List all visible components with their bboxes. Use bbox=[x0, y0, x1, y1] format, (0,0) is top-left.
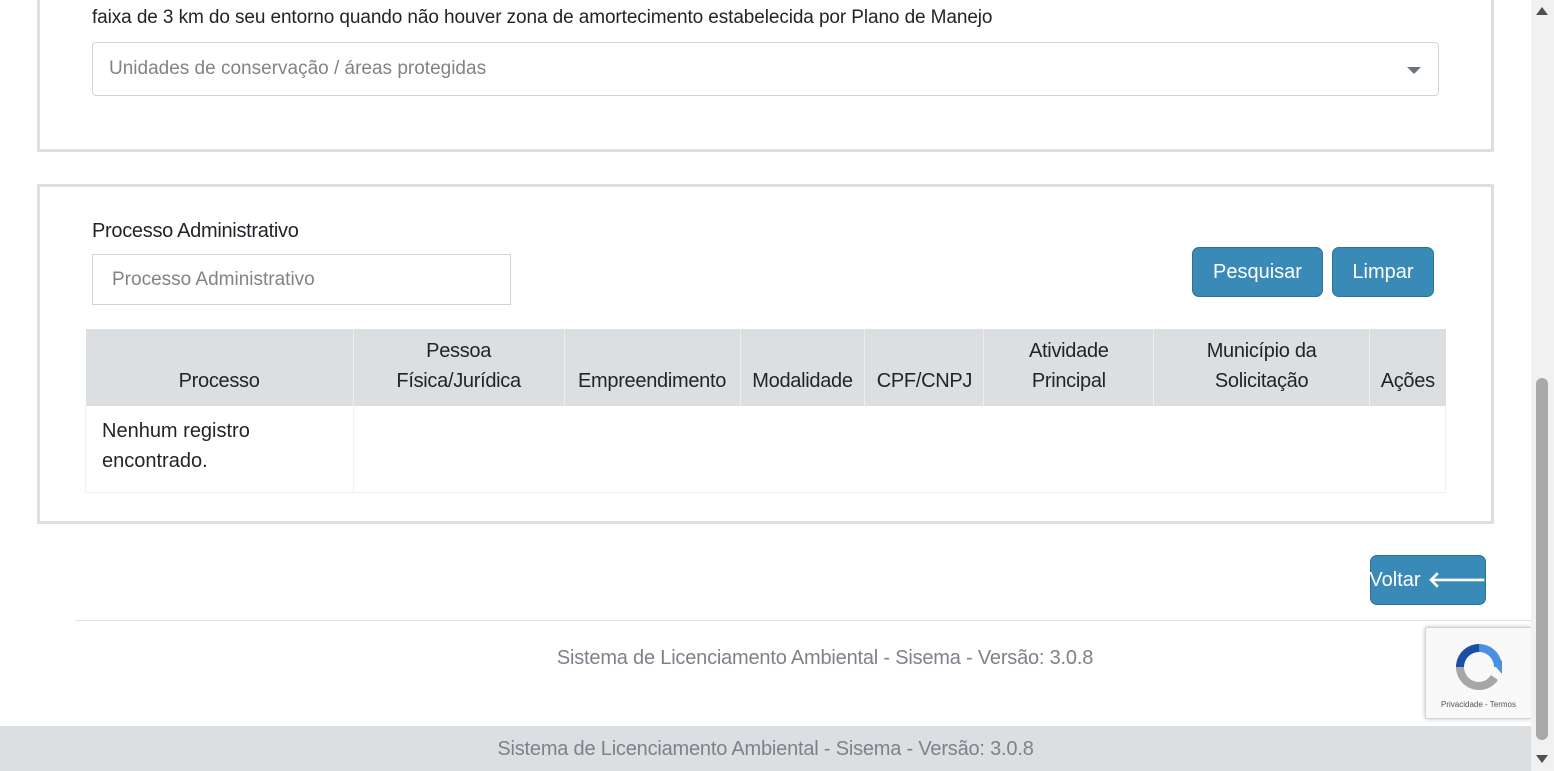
processo-administrativo-label: Processo Administrativo bbox=[92, 220, 299, 242]
limpar-button[interactable]: Limpar bbox=[1332, 247, 1434, 297]
pesquisar-button[interactable]: Pesquisar bbox=[1192, 247, 1323, 297]
scroll-thumb[interactable] bbox=[1536, 378, 1548, 740]
column-header-atividade[interactable]: Atividade Principal bbox=[983, 329, 1155, 406]
table-row: Nenhum registro encontrado. bbox=[85, 406, 1447, 493]
scroll-down-icon[interactable] bbox=[1536, 755, 1548, 763]
scroll-up-icon[interactable] bbox=[1536, 7, 1548, 15]
footer-bar: Sistema de Licenciamento Ambiental - Sis… bbox=[0, 726, 1531, 771]
footer-bar-text: Sistema de Licenciamento Ambiental - Sis… bbox=[497, 738, 1034, 760]
recaptcha-logo-icon bbox=[1456, 644, 1502, 690]
column-header-processo[interactable]: Processo bbox=[85, 329, 354, 406]
recaptcha-links[interactable]: Privacidade - Termos bbox=[1426, 700, 1531, 709]
arrow-left-icon: 🡐 bbox=[1427, 567, 1487, 592]
uc-select-placeholder: Unidades de conservação / áreas protegid… bbox=[109, 58, 487, 79]
voltar-button[interactable]: Voltar 🡐 bbox=[1369, 555, 1487, 605]
scrollbar[interactable] bbox=[1531, 0, 1554, 771]
empty-message: Nenhum registro encontrado. bbox=[85, 406, 354, 493]
results-table: Processo Pessoa Física/Jurídica Empreendi… bbox=[85, 329, 1447, 493]
column-header-pessoa[interactable]: Pessoa Física/Jurídica bbox=[353, 329, 565, 406]
column-header-empreendimento[interactable]: Empreendimento bbox=[564, 329, 741, 406]
processo-administrativo-input[interactable] bbox=[92, 254, 511, 305]
chevron-down-icon bbox=[1407, 67, 1421, 74]
footer-divider bbox=[75, 620, 1531, 621]
voltar-label: Voltar bbox=[1369, 568, 1421, 591]
column-header-acoes: Ações bbox=[1369, 329, 1446, 406]
table-header-row: Processo Pessoa Física/Jurídica Empreendi… bbox=[85, 329, 1446, 406]
uc-field-label: faixa de 3 km do seu entorno quando não … bbox=[92, 7, 993, 28]
column-header-cpf-cnpj[interactable]: CPF/CNPJ bbox=[864, 329, 985, 406]
recaptcha-badge[interactable]: Privacidade - Termos bbox=[1425, 627, 1531, 719]
column-header-modalidade[interactable]: Modalidade bbox=[740, 329, 866, 406]
uc-select[interactable]: Unidades de conservação / áreas protegid… bbox=[92, 42, 1439, 96]
column-header-municipio[interactable]: Município da Solicitação bbox=[1153, 329, 1370, 406]
footer-version-text: Sistema de Licenciamento Ambiental - Sis… bbox=[556, 647, 1094, 669]
